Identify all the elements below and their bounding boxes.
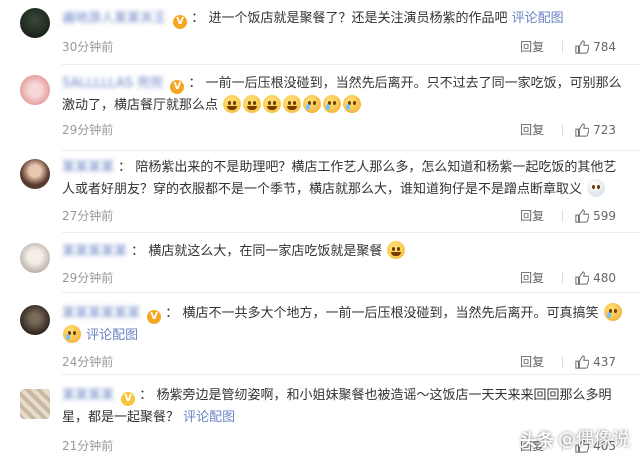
comment-time: 27分钟前 xyxy=(62,209,114,223)
comment-username[interactable]: 某某某某某某 xyxy=(62,306,140,321)
laugh-cry-emoji-icon xyxy=(603,303,622,321)
comment-separator: ： xyxy=(139,388,153,403)
thumbs-up-icon[interactable] xyxy=(575,122,590,137)
comment-username[interactable]: 某某某某 xyxy=(62,160,114,175)
comment-item: 某某某某某某 V ： 横店不一共多大个地方，一前一后压根没碰到，当然先后离开。可… xyxy=(0,293,640,373)
divider xyxy=(562,40,564,53)
comment-time: 21分钟前 xyxy=(62,439,114,453)
watermark-text: @偶像说 xyxy=(558,429,630,450)
verified-badge-icon: V xyxy=(170,80,185,94)
divider xyxy=(562,355,564,368)
comment-separator: ： xyxy=(188,76,202,91)
like-count: 723 xyxy=(593,122,616,137)
thumbs-up-icon[interactable] xyxy=(575,39,590,54)
comment-separator: ： xyxy=(191,11,205,26)
comment-separator: ： xyxy=(131,244,145,259)
verified-badge-icon: V xyxy=(173,15,188,29)
avatar[interactable] xyxy=(20,159,50,189)
comment-item: 遍地游人某某关王 V ： 进一个饭店就是聚餐了？还是关注演员杨紫的作品吧 评论配… xyxy=(0,0,640,62)
divider xyxy=(562,209,564,222)
comment-text: 横店不一共多大个地方，一前一后压根没碰到，当然先后离开。可真搞笑 xyxy=(182,306,599,321)
comment-image-link[interactable]: 评论配图 xyxy=(183,410,235,425)
like-count: 784 xyxy=(593,39,616,54)
comment-item: SALLLLLAS 兜兜 V ： 一前一后压根没碰到，当然先后离开。只不过去了同… xyxy=(0,65,640,149)
smile-emoji-icon xyxy=(223,95,242,113)
divider xyxy=(562,271,564,284)
reply-button[interactable]: 回复 xyxy=(520,38,544,55)
like-count: 599 xyxy=(593,208,616,223)
smile-emoji-icon xyxy=(263,95,282,113)
smile-emoji-icon xyxy=(243,95,262,113)
watermark-logo: 头条 xyxy=(520,430,554,451)
grin-sweat-emoji-icon xyxy=(387,241,406,259)
crying-emoji-icon xyxy=(343,95,362,113)
comment-time: 29分钟前 xyxy=(62,123,114,137)
like-count: 437 xyxy=(593,354,616,369)
reply-button[interactable]: 回复 xyxy=(520,207,544,224)
comment-item: 某某某某 ： 陪杨紫出来的不是助理吧？横店工作艺人那么多，怎么知道和杨紫一起吃饭… xyxy=(0,151,640,231)
comment-time: 24分钟前 xyxy=(62,355,114,369)
comment-time: 30分钟前 xyxy=(62,40,114,54)
comment-time: 29分钟前 xyxy=(62,271,114,285)
verified-badge-icon: V xyxy=(147,310,162,324)
thumbs-up-icon[interactable] xyxy=(575,270,590,285)
crying-emoji-icon xyxy=(323,95,342,113)
comment-text: 横店就这么大，在同一家店吃饭就是聚餐 xyxy=(148,244,383,259)
comment-username[interactable]: SALLLLLAS 兜兜 xyxy=(62,76,163,91)
like-count: 480 xyxy=(593,270,616,285)
comment-separator: ： xyxy=(118,160,132,175)
reply-button[interactable]: 回复 xyxy=(520,353,544,370)
comment-text: 进一个饭店就是聚餐了？还是关注演员杨紫的作品吧 xyxy=(208,11,508,26)
laugh-cry-emoji-icon xyxy=(63,325,81,343)
comment-item: 某某某某某 ： 横店就这么大，在同一家店吃饭就是聚餐 29分钟前 回复 480 xyxy=(0,233,640,291)
reply-button[interactable]: 回复 xyxy=(520,269,544,286)
comment-username[interactable]: 遍地游人某某关王 xyxy=(62,11,166,26)
avatar[interactable] xyxy=(20,243,50,273)
comment-username[interactable]: 某某某某某 xyxy=(62,244,127,259)
watermark: 头条 @偶像说 xyxy=(520,425,630,451)
avatar[interactable] xyxy=(20,75,50,105)
thumbs-up-icon[interactable] xyxy=(575,354,590,369)
comment-separator: ： xyxy=(165,306,179,321)
comment-username[interactable]: 某某某某 xyxy=(62,388,114,403)
divider xyxy=(562,123,564,136)
avatar[interactable] xyxy=(20,389,50,419)
comment-image-link[interactable]: 评论配图 xyxy=(512,11,564,26)
avatar[interactable] xyxy=(20,8,50,38)
comment-image-link[interactable]: 评论配图 xyxy=(86,328,138,343)
reply-button[interactable]: 回复 xyxy=(520,121,544,138)
member-badge-icon: V xyxy=(121,392,136,406)
smile-emoji-icon xyxy=(283,95,302,113)
crying-emoji-icon xyxy=(303,95,322,113)
thumbs-up-icon[interactable] xyxy=(575,208,590,223)
comment-text: 陪杨紫出来的不是助理吧？横店工作艺人那么多，怎么知道和杨紫一起吃饭的其他艺人或者… xyxy=(62,160,617,197)
avatar[interactable] xyxy=(20,305,50,335)
doge-emoji-icon xyxy=(587,179,606,197)
